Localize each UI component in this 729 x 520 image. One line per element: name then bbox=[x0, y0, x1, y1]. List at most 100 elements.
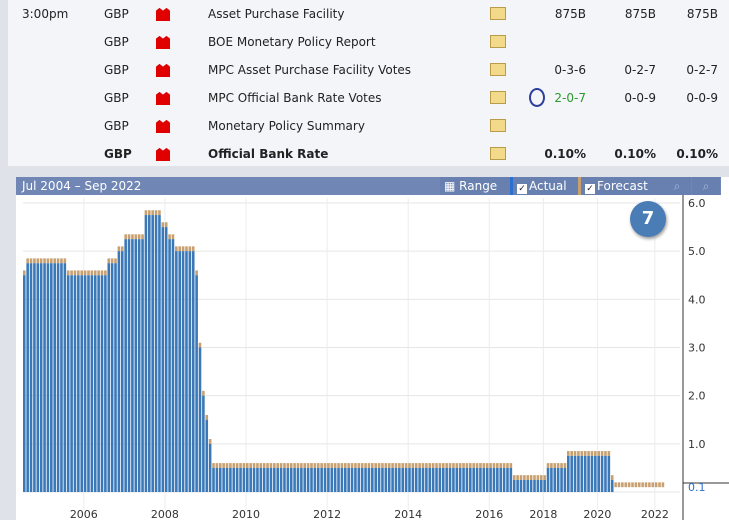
event-name[interactable]: Asset Purchase Facility bbox=[208, 0, 344, 28]
forecast-bar bbox=[124, 234, 127, 240]
x-tick-label: 2012 bbox=[313, 508, 341, 520]
document-icon[interactable] bbox=[490, 119, 506, 132]
forecast-bar bbox=[637, 482, 641, 488]
forecast-bar bbox=[120, 246, 124, 252]
forecast-bar bbox=[56, 258, 60, 264]
forecast-bar bbox=[560, 463, 563, 468]
forecast-bar bbox=[191, 246, 195, 252]
actual-bar bbox=[327, 467, 330, 492]
document-icon[interactable] bbox=[490, 35, 506, 48]
actual-bar bbox=[154, 215, 158, 492]
forecast-bar bbox=[39, 258, 43, 264]
forecast-bar bbox=[215, 463, 219, 468]
forecast-value: 0-2-7 bbox=[624, 63, 656, 77]
actual-bar bbox=[26, 263, 29, 492]
table-row[interactable]: GBP MPC Official Bank Rate Votes 2-0-7 0… bbox=[8, 84, 729, 112]
forecast-bar bbox=[641, 482, 644, 488]
actual-bar bbox=[46, 263, 50, 492]
actual-bar bbox=[374, 467, 377, 492]
actual-value: 0-3-6 bbox=[554, 63, 586, 77]
forecast-bar bbox=[100, 270, 104, 276]
table-row[interactable]: GBP MPC Asset Purchase Facility Votes 0-… bbox=[8, 56, 729, 84]
event-name[interactable]: BOE Monetary Policy Report bbox=[208, 28, 376, 56]
annotation-circle bbox=[529, 88, 545, 107]
forecast-bar bbox=[458, 463, 462, 468]
document-icon[interactable] bbox=[490, 147, 506, 160]
document-icon[interactable] bbox=[490, 63, 506, 76]
forecast-bar bbox=[198, 342, 202, 348]
actual-bar bbox=[181, 251, 185, 492]
event-name[interactable]: Official Bank Rate bbox=[208, 140, 328, 168]
table-row[interactable]: 3:00pm GBP Asset Purchase Facility 875B … bbox=[8, 0, 729, 28]
forecast-bar bbox=[276, 463, 279, 468]
document-icon[interactable] bbox=[490, 91, 506, 104]
actual-bar bbox=[124, 239, 127, 492]
actual-bar bbox=[475, 467, 479, 492]
actual-bar bbox=[242, 467, 246, 492]
actual-bar bbox=[229, 467, 232, 492]
table-row[interactable]: GBP Monetary Policy Summary bbox=[8, 112, 729, 140]
actual-bar bbox=[556, 467, 560, 492]
forecast-bar bbox=[391, 463, 394, 468]
table-row[interactable]: GBP BOE Monetary Policy Report bbox=[8, 28, 729, 56]
forecast-bar bbox=[344, 463, 347, 468]
actual-bar bbox=[205, 419, 209, 492]
forecast-bar bbox=[482, 463, 486, 468]
forecast-bar bbox=[127, 234, 131, 240]
forecast-bar bbox=[235, 463, 239, 468]
actual-bar bbox=[77, 275, 80, 492]
actual-bar bbox=[445, 467, 448, 492]
actual-bar bbox=[117, 251, 121, 492]
actual-bar bbox=[171, 239, 175, 492]
actual-bar bbox=[590, 455, 594, 492]
event-name[interactable]: Monetary Policy Summary bbox=[208, 112, 365, 140]
actual-bar bbox=[296, 467, 300, 492]
actual-bar bbox=[553, 467, 557, 492]
x-tick-label: 2016 bbox=[475, 508, 503, 520]
forecast-bar bbox=[225, 463, 229, 468]
forecast-bar bbox=[448, 463, 452, 468]
document-icon[interactable] bbox=[490, 7, 506, 20]
forecast-bar bbox=[313, 463, 317, 468]
bar-chart: 6.0 5.0 4.0 3.0 2.0 1.0 2006 2008 2010 2012 2014 20… bbox=[23, 195, 729, 520]
actual-bar bbox=[496, 467, 499, 492]
actual-bar bbox=[452, 467, 455, 492]
actual-bar bbox=[354, 467, 357, 492]
actual-bar bbox=[516, 479, 519, 492]
actual-bar bbox=[418, 467, 421, 492]
actual-bar bbox=[381, 467, 384, 492]
y-tick-label: 5.0 bbox=[688, 245, 706, 258]
forecast-bar bbox=[347, 463, 350, 468]
actual-bar bbox=[161, 227, 165, 493]
forecast-bar bbox=[141, 234, 144, 240]
actual-bar bbox=[583, 455, 587, 492]
forecast-bar bbox=[134, 234, 138, 240]
event-name[interactable]: MPC Asset Purchase Facility Votes bbox=[208, 56, 411, 84]
forecast-bar bbox=[158, 210, 161, 216]
forecast-bar bbox=[269, 463, 273, 468]
forecast-bar bbox=[360, 463, 364, 468]
forecast-bar bbox=[550, 463, 553, 468]
actual-bar bbox=[526, 479, 530, 492]
forecast-bar bbox=[431, 463, 435, 468]
actual-bar bbox=[273, 467, 276, 492]
previous-value: 875B bbox=[686, 7, 718, 21]
actual-bar bbox=[563, 467, 567, 492]
forecast-bar bbox=[66, 270, 70, 276]
actual-bar bbox=[63, 263, 67, 492]
forecast-bar bbox=[80, 270, 84, 276]
actual-bar bbox=[337, 467, 340, 492]
actual-bar bbox=[303, 467, 307, 492]
x-tick-label: 2010 bbox=[232, 508, 260, 520]
forecast-bar bbox=[462, 463, 465, 468]
event-name[interactable]: MPC Official Bank Rate Votes bbox=[208, 84, 382, 112]
forecast-bar bbox=[502, 463, 506, 468]
forecast-bar bbox=[465, 463, 469, 468]
actual-bar bbox=[330, 467, 334, 492]
x-tick-label: 2006 bbox=[70, 508, 98, 520]
table-row[interactable]: GBP Official Bank Rate 0.10% 0.10% 0.10% bbox=[8, 140, 729, 168]
actual-bar bbox=[367, 467, 371, 492]
actual-bar bbox=[178, 251, 182, 492]
actual-bar bbox=[276, 467, 279, 492]
forecast-bar bbox=[87, 270, 90, 276]
